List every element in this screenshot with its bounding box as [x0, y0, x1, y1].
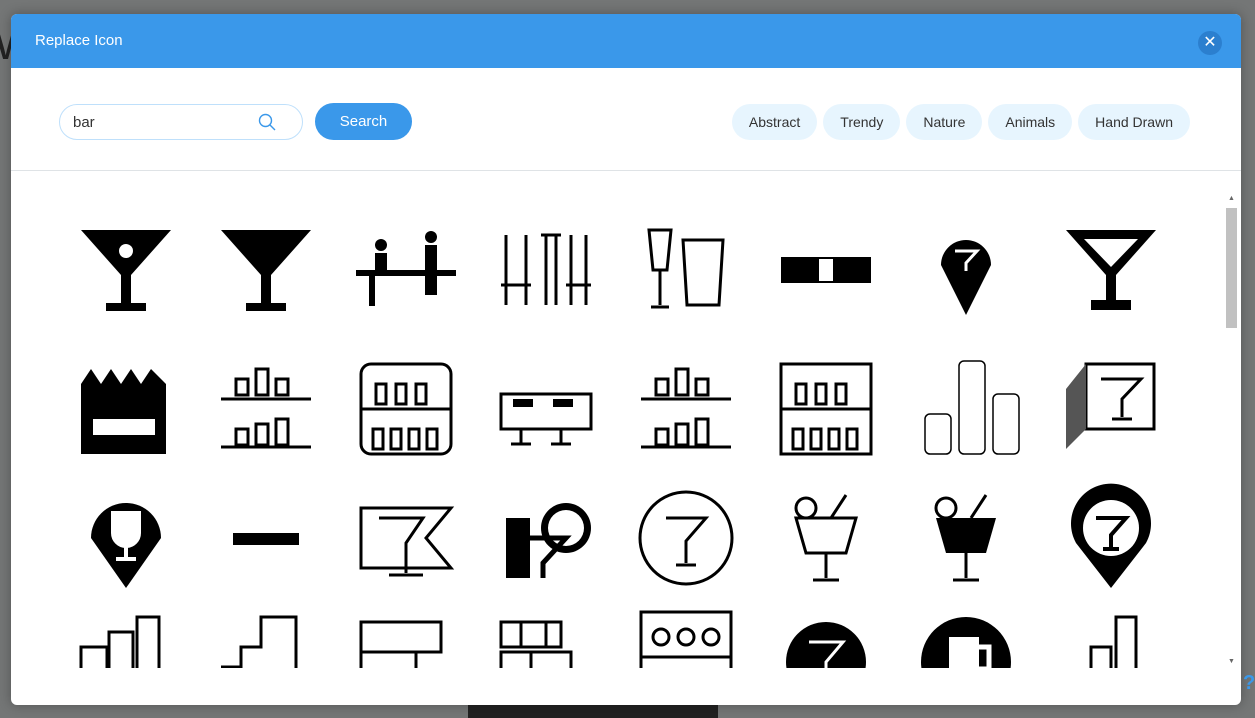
- chip-nature[interactable]: Nature: [906, 104, 983, 140]
- chip-trendy[interactable]: Trendy: [823, 104, 901, 140]
- wine-map-pin-icon: [91, 503, 161, 588]
- dialog-title: Replace Icon: [35, 32, 123, 49]
- martini-map-pin-icon: [941, 239, 991, 315]
- icon-option-sign-boards[interactable]: [351, 607, 461, 668]
- icon-option-bar-ribbon[interactable]: [771, 215, 881, 325]
- icon-option-martini-glass[interactable]: [1056, 215, 1166, 325]
- dialog-header: Replace Icon ✕: [11, 14, 1241, 68]
- bottle-cabinet-hand-drawn-icon: [779, 362, 873, 456]
- wine-beer-glasses-icon: [647, 228, 725, 309]
- search-icon[interactable]: [258, 113, 276, 131]
- icon-option-minus-bar[interactable]: [211, 483, 321, 593]
- shelves-icon: [499, 620, 573, 668]
- icon-option-wine-map-pin[interactable]: [71, 483, 181, 593]
- scroll-down-arrow[interactable]: ▼: [1228, 658, 1235, 665]
- icon-option-martini-circle-solid[interactable]: [771, 607, 881, 668]
- bar-ribbon-icon: [781, 257, 871, 283]
- icon-option-bottle-shelves[interactable]: [211, 349, 321, 459]
- minus-bar-icon: [233, 533, 299, 545]
- bar-chart-outline-icon: [1089, 615, 1138, 668]
- icon-option-martini-sign[interactable]: [1056, 349, 1166, 459]
- bar-shelf-icon: [639, 610, 733, 668]
- icon-option-bar-stools-table[interactable]: [491, 215, 601, 325]
- martini-glass-icon: [1066, 230, 1156, 310]
- beer-circle-icon: [921, 617, 1011, 668]
- martini-circle-solid-icon: [786, 622, 866, 668]
- icon-option-bottle-cabinet[interactable]: [351, 349, 461, 459]
- martini-glass-solid-icon: [221, 230, 311, 311]
- bottles-crate-icon: [81, 369, 166, 454]
- scrollbar-thumb[interactable]: [1226, 208, 1237, 328]
- icon-option-martini-circle[interactable]: [631, 483, 741, 593]
- replace-icon-dialog: Replace Icon ✕ Search Abstract Trendy Na…: [11, 14, 1241, 705]
- icon-option-bar-chart-rounded[interactable]: [911, 349, 1021, 459]
- category-chips: Abstract Trendy Nature Animals Hand Draw…: [731, 104, 1190, 140]
- chip-animals[interactable]: Animals: [988, 104, 1073, 140]
- icon-option-shelves[interactable]: [491, 607, 601, 668]
- martini-glass-dot-icon: [81, 230, 171, 311]
- icon-option-bottle-shelves-hand-drawn[interactable]: [631, 349, 741, 459]
- chip-hand-drawn[interactable]: Hand Drawn: [1078, 104, 1190, 140]
- bottle-shelves-icon: [221, 367, 311, 449]
- search-input[interactable]: [73, 114, 253, 131]
- search-toolbar: Search Abstract Trendy Nature Animals Ha…: [11, 68, 1241, 171]
- icon-option-bar-chart-outline[interactable]: [1056, 607, 1166, 668]
- close-icon[interactable]: ✕: [1198, 31, 1222, 55]
- icon-option-bar-chart-steps[interactable]: [211, 607, 321, 668]
- bartender-people-icon: [356, 231, 456, 306]
- icon-option-cocktail-solid[interactable]: [911, 483, 1021, 593]
- bar-stools-table-icon: [501, 233, 591, 305]
- icon-option-bottle-cabinet-hand-drawn[interactable]: [771, 349, 881, 459]
- bar-chart-steps-icon: [221, 615, 298, 668]
- martini-sign-icon: [1066, 362, 1156, 449]
- icon-grid: [11, 171, 1221, 668]
- martini-circle-icon: [638, 490, 734, 586]
- bar-chart-rounded-icon: [924, 360, 1020, 455]
- icon-option-bartender-people[interactable]: [351, 215, 461, 325]
- icon-option-wine-beer-glasses[interactable]: [631, 215, 741, 325]
- bar-counter-icon: [499, 392, 593, 446]
- sign-boards-icon: [359, 620, 443, 668]
- cocktail-solid-icon: [934, 494, 996, 582]
- icon-option-bar-counter[interactable]: [491, 349, 601, 459]
- icon-option-beer-circle[interactable]: [911, 607, 1021, 668]
- scrollbar[interactable]: ▲ ▼: [1224, 192, 1239, 667]
- search-button[interactable]: Search: [315, 103, 412, 140]
- icon-option-martini-map-pin[interactable]: [911, 215, 1021, 325]
- scroll-up-arrow[interactable]: ▲: [1228, 195, 1235, 202]
- martini-pin-circle-icon: [1071, 483, 1151, 588]
- icon-option-martini-glass-solid[interactable]: [211, 215, 321, 325]
- chip-abstract[interactable]: Abstract: [731, 104, 818, 140]
- buildings-icon: [79, 615, 161, 668]
- icon-option-bottle-martini-clock[interactable]: [491, 483, 601, 593]
- cocktail-outline-icon: [794, 494, 858, 582]
- icon-option-cocktail-outline[interactable]: [771, 483, 881, 593]
- martini-flag-icon: [359, 506, 455, 577]
- icon-option-bottles-crate[interactable]: [71, 349, 181, 459]
- icon-option-martini-glass-dot[interactable]: [71, 215, 181, 325]
- help-icon[interactable]: ?: [1243, 672, 1255, 695]
- icon-option-martini-pin-circle[interactable]: [1056, 483, 1166, 593]
- icon-option-buildings[interactable]: [71, 607, 181, 668]
- icon-option-martini-flag[interactable]: [351, 483, 461, 593]
- background-bar: [468, 705, 718, 718]
- bottle-martini-clock-icon: [506, 503, 591, 578]
- search-field[interactable]: [59, 104, 303, 140]
- bottle-shelves-hand-drawn-icon: [641, 367, 731, 449]
- icon-option-bar-shelf[interactable]: [631, 607, 741, 668]
- bottle-cabinet-icon: [359, 362, 453, 456]
